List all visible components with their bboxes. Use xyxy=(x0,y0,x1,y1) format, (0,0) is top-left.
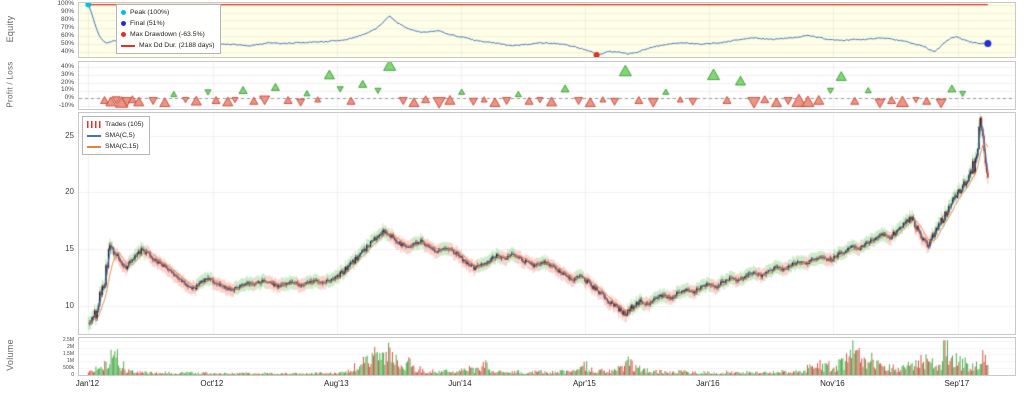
price-y-tick-label: 15 xyxy=(65,244,74,253)
legend-label-final: Final (51%) xyxy=(130,20,165,27)
sma-slow-line-icon xyxy=(87,145,101,148)
equity-curve-y-tick-label: 50% xyxy=(60,40,74,48)
x-tick-label: Nov'16 xyxy=(820,379,845,388)
x-tick-label: Aug'13 xyxy=(323,379,349,388)
legend-item-max-drawdown[interactable]: Max Drawdown (-63.5%) xyxy=(121,29,215,40)
volume-panel xyxy=(78,337,1016,376)
profit-loss-y-tick-label: 10% xyxy=(60,86,74,94)
price-y-tick-label: 25 xyxy=(65,130,74,140)
price-plot-canvas[interactable] xyxy=(79,113,1015,334)
trades-hatch-icon xyxy=(87,121,101,128)
volume-y-tick-label: 0 xyxy=(71,371,74,378)
profit-loss-plot-canvas[interactable] xyxy=(79,62,1015,109)
profit-loss-axis-title: Profit / Loss xyxy=(5,61,15,108)
final-marker-icon xyxy=(121,21,126,26)
legend-item-final[interactable]: Final (51%) xyxy=(121,18,215,29)
x-tick-label: Sep'17 xyxy=(944,379,970,388)
legend-item-max-dd-duration[interactable]: Max Dd Dur. (2188 days) xyxy=(121,40,215,51)
equity-curve-y-tick-label: 90% xyxy=(60,8,74,16)
equity-curve-y-tick-label: 70% xyxy=(60,24,74,32)
profit-loss-y-tick-label: 20% xyxy=(60,78,74,86)
volume-y-tick-label: 500k xyxy=(63,364,74,371)
volume-y-tick-label: 2.5M xyxy=(62,337,74,344)
profit-loss-panel xyxy=(78,61,1016,110)
legend-item-sma-slow[interactable]: SMA(C,15) xyxy=(87,141,144,152)
legend-label-sma-fast: SMA(C,5) xyxy=(105,132,135,139)
legend-label-sma-slow: SMA(C,15) xyxy=(105,143,139,150)
profit-loss-y-tick-label: 30% xyxy=(60,70,74,78)
equity-curve-y-tick-label: 60% xyxy=(60,32,74,40)
price-y-tick-label: 10 xyxy=(65,300,74,310)
price-panel xyxy=(78,112,1016,335)
equity-curve-y-tick-label: 40% xyxy=(60,47,74,55)
profit-loss-y-tick-label: 40% xyxy=(60,63,74,71)
volume-plot-canvas[interactable] xyxy=(79,338,1015,375)
legend-item-trades[interactable]: Trades (105) xyxy=(87,119,144,130)
x-tick-label: Jan'12 xyxy=(75,379,100,388)
backtest-result-figure: Equity Profit / Loss Volume Peak (100%) … xyxy=(0,0,1024,402)
max-drawdown-marker-icon xyxy=(121,32,126,37)
profit-loss-y-tick-label: 0% xyxy=(64,93,74,101)
equity-curve-y-tick-label: 100% xyxy=(57,0,74,8)
volume-y-tick-label: 1M xyxy=(67,357,74,364)
legend-label-max-drawdown: Max Drawdown (-63.5%) xyxy=(130,31,205,38)
legend-label-trades: Trades (105) xyxy=(105,121,144,128)
legend-item-sma-fast[interactable]: SMA(C,5) xyxy=(87,130,144,141)
sma-fast-line-icon xyxy=(87,134,101,137)
volume-axis-title: Volume xyxy=(5,339,15,371)
profit-loss-y-tick-label: -10% xyxy=(58,101,74,109)
equity-curve-y-tick-label: 80% xyxy=(60,16,74,24)
legend-label-peak: Peak (100%) xyxy=(130,9,170,16)
legend-item-peak[interactable]: Peak (100%) xyxy=(121,7,215,18)
peak-marker-icon xyxy=(121,10,126,15)
volume-y-tick-label: 1.5M xyxy=(62,350,74,357)
x-tick-label: Jan'16 xyxy=(696,379,720,388)
legend-label-max-dd-duration: Max Dd Dur. (2188 days) xyxy=(139,42,215,49)
volume-y-tick-label: 2M xyxy=(67,344,74,351)
equity-legend: Peak (100%) Final (51%) Max Drawdown (-6… xyxy=(116,4,221,54)
equity-axis-title: Equity xyxy=(5,15,15,43)
max-dd-duration-line-icon xyxy=(121,44,135,47)
x-tick-label: Jun'14 xyxy=(448,379,472,388)
x-tick-label: Apr'15 xyxy=(572,379,596,388)
x-tick-label: Oct'12 xyxy=(200,379,224,388)
price-legend: Trades (105) SMA(C,5) SMA(C,15) xyxy=(82,116,150,155)
price-y-tick-label: 20 xyxy=(65,187,74,197)
